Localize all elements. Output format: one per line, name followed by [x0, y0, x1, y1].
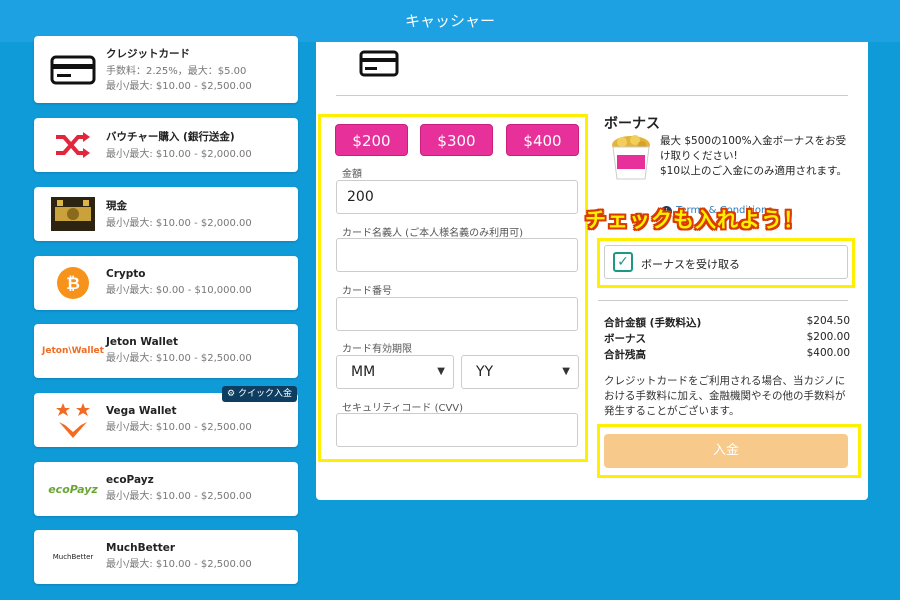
bonus-description: 最大 $500の100%入金ボーナスをお受け取りください!	[660, 135, 847, 162]
vega-logo	[42, 393, 104, 447]
card-number-input[interactable]	[336, 297, 578, 331]
method-limits: 最小/最大: $10.00 - $2,500.00	[106, 422, 252, 433]
amount-300-button[interactable]: $300	[420, 124, 493, 156]
cvv-input[interactable]	[336, 413, 578, 447]
payment-method-voucher[interactable]: バウチャー購入 (銀行送金) 最小/最大: $10.00 - $2,000.00	[34, 118, 298, 172]
summary-balance: 合計残高 $400.00	[604, 347, 850, 362]
payment-method-muchbetter[interactable]: MuchBetter MuchBetter 最小/最大: $10.00 - $2…	[34, 530, 298, 584]
muchbetter-logo: MuchBetter	[42, 530, 104, 584]
cardholder-input[interactable]	[336, 238, 578, 272]
summary-bonus: ボーナス $200.00	[604, 331, 850, 346]
method-limits: 最小/最大: $10.00 - $2,500.00	[106, 559, 252, 570]
cardholder-label: カード名義人 (ご本人様名義のみ利用可)	[342, 228, 523, 239]
summary-total: 合計金額 (手数料込) $204.50	[604, 315, 850, 330]
summary-value: $200.00	[806, 331, 850, 343]
amount-label: 金額	[342, 169, 362, 180]
summary-value: $204.50	[806, 315, 850, 327]
expiry-label: カード有効期限	[342, 344, 412, 355]
method-name: Crypto	[106, 268, 146, 280]
bonus-title: ボーナス	[604, 116, 660, 132]
method-fee: 手数料：2.25%，最大：$5.00	[106, 65, 247, 77]
checkmark-icon: ✓	[617, 254, 629, 270]
amount-400-button[interactable]: $400	[506, 124, 579, 156]
shuffle-icon	[42, 118, 104, 172]
ecopayz-logo-text: ecoPayz	[48, 482, 98, 496]
method-limits: 最小/最大: $10.00 - $2,000.00	[106, 217, 252, 229]
method-limits: 最小/最大: $10.00 - $2,500.00	[106, 353, 252, 364]
expiry-year-select[interactable]: YY ▼	[461, 355, 579, 389]
jeton-logo-text: Jeton\Wallet	[42, 346, 104, 356]
method-name: バウチャー購入 (銀行送金)	[106, 130, 235, 143]
deposit-button[interactable]: 入金	[604, 434, 848, 468]
method-limits: 最小/最大: $10.00 - $2,500.00	[106, 80, 252, 92]
payment-method-crypto[interactable]: ₿ Crypto 最小/最大: $0.00 - $10,000.00	[34, 256, 298, 310]
quick-deposit-badge: ⚙ クイック入金	[222, 386, 297, 402]
method-limits: 最小/最大: $10.00 - $2,000.00	[106, 148, 252, 160]
chevron-down-icon: ▼	[562, 366, 570, 377]
method-name: Jeton Wallet	[106, 336, 179, 348]
bonus-minimum-note: $10以上のご入金にのみ適用されます。	[660, 165, 847, 177]
method-name: ecoPayz	[106, 474, 154, 486]
payment-method-cash[interactable]: 現金 最小/最大: $10.00 - $2,000.00	[34, 187, 298, 241]
credit-card-icon	[359, 50, 399, 82]
quick-deposit-icon: ⚙	[227, 389, 236, 399]
payment-method-jeton[interactable]: Jeton\Wallet Jeton Wallet 最小/最大: $10.00 …	[34, 324, 298, 378]
fee-note: クレジットカードをご利用される場合、当カジノにおける手数料に加え、金融機関やその…	[604, 375, 846, 417]
amount-200-button[interactable]: $200	[335, 124, 408, 156]
payment-method-credit-card[interactable]: クレジットカード 手数料：2.25%，最大：$5.00 最小/最大: $10.0…	[34, 36, 298, 103]
divider	[336, 95, 848, 96]
expiry-month-select[interactable]: MM ▼	[336, 355, 454, 389]
cash-icon	[42, 187, 104, 241]
svg-text:₿: ₿	[66, 274, 80, 294]
method-name: Vega Wallet	[106, 405, 177, 417]
jeton-logo: Jeton\Wallet	[42, 324, 104, 378]
ecopayz-logo: ecoPayz	[42, 462, 104, 516]
expiry-year-value: YY	[476, 364, 494, 380]
summary-value: $400.00	[806, 347, 850, 359]
bonus-cup-image	[608, 133, 654, 181]
method-name: クレジットカード	[106, 47, 190, 60]
summary-label: 合計金額 (手数料込)	[604, 317, 702, 329]
bonus-checkbox[interactable]: ✓	[613, 252, 633, 272]
summary-label: ボーナス	[604, 333, 646, 345]
cvv-label: セキュリティコード (CVV)	[342, 403, 464, 414]
expiry-month-value: MM	[351, 364, 376, 380]
bitcoin-icon: ₿	[42, 256, 104, 310]
quick-deposit-label: クイック入金	[237, 389, 292, 399]
payment-method-ecopayz[interactable]: ecoPayz ecoPayz 最小/最大: $10.00 - $2,500.0…	[34, 462, 298, 516]
annotation-text: チェックも入れよう！	[585, 208, 805, 232]
muchbetter-logo-text: MuchBetter	[52, 553, 94, 561]
chevron-down-icon: ▼	[437, 366, 445, 377]
method-name: 現金	[106, 199, 127, 212]
card-number-label: カード番号	[342, 286, 392, 297]
credit-card-icon	[42, 36, 104, 103]
divider	[598, 300, 848, 301]
method-name: MuchBetter	[106, 542, 176, 554]
summary-label: 合計残高	[604, 349, 646, 361]
bonus-checkbox-label: ボーナスを受け取る	[641, 258, 740, 271]
method-limits: 最小/最大: $10.00 - $2,500.00	[106, 491, 252, 502]
method-limits: 最小/最大: $0.00 - $10,000.00	[106, 285, 252, 296]
bonus-checkbox-row[interactable]: ✓ ボーナスを受け取る	[604, 245, 848, 279]
amount-input[interactable]: 200	[336, 180, 578, 214]
